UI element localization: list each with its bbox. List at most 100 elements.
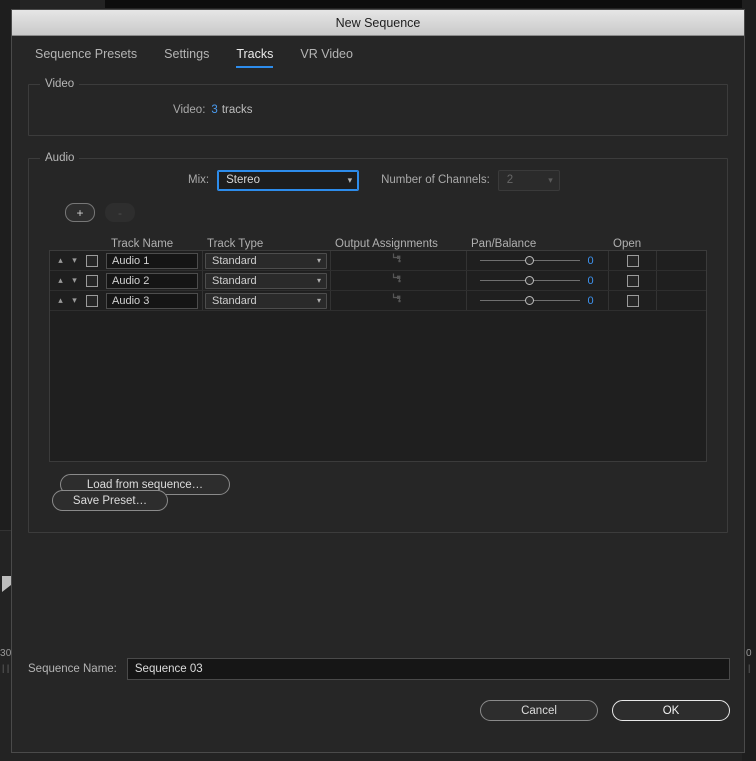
mix-label: Mix: xyxy=(188,174,210,186)
track-type-dropdown[interactable]: Standard ▾ xyxy=(205,272,327,289)
dialog-titlebar: New Sequence xyxy=(12,10,744,36)
track-table-header: Track Name Track Type Output Assignments… xyxy=(49,233,707,250)
column-header-track-name: Track Name xyxy=(111,238,174,250)
track-table-body[interactable]: ▴ ▾ Audio 1 Standard ▾ 0 ▴ ▾ Audio 2 Standard ▾ 0 ▴ ▾… xyxy=(49,250,707,462)
save-preset-label: Save Preset… xyxy=(72,494,148,507)
output-routing-icon xyxy=(392,252,405,270)
sequence-name-input[interactable]: Sequence 03 xyxy=(126,657,730,680)
open-checkbox[interactable] xyxy=(626,254,639,267)
chevron-down-icon: ▾ xyxy=(316,296,321,305)
row-spacer xyxy=(656,271,706,290)
open-checkbox[interactable] xyxy=(626,294,639,307)
load-from-sequence-label: Load from sequence… xyxy=(86,478,204,491)
video-group-legend: Video xyxy=(40,78,80,90)
ok-label: OK xyxy=(662,704,680,717)
track-name-cell: Audio 1 xyxy=(106,251,202,270)
output-routing-icon xyxy=(392,272,405,290)
track-type-dropdown[interactable]: Standard ▾ xyxy=(205,252,327,269)
dialog-title: New Sequence xyxy=(335,15,421,30)
pan-balance-value[interactable]: 0 xyxy=(588,255,596,267)
track-enable-checkbox[interactable] xyxy=(86,254,98,267)
table-row[interactable]: ▴ ▾ Audio 1 Standard ▾ 0 xyxy=(50,251,706,271)
number-of-channels-value: 2 xyxy=(506,174,514,186)
video-group: Video Video: 3 tracks xyxy=(28,78,728,136)
audio-group: Audio Mix: Stereo ▾ Number of Channels: … xyxy=(28,152,728,533)
tab-bar: Sequence Presets Settings Tracks VR Vide… xyxy=(28,36,728,68)
track-name-value: Audio 1 xyxy=(112,254,150,267)
chevron-down-icon: ▾ xyxy=(316,256,321,265)
table-row[interactable]: ▴ ▾ Audio 2 Standard ▾ 0 xyxy=(50,271,706,291)
remove-track-button: - xyxy=(105,203,135,222)
row-spacer xyxy=(656,251,706,270)
pan-balance-cell: 0 xyxy=(466,251,608,270)
plus-icon: + xyxy=(76,205,84,220)
cancel-button[interactable]: Cancel xyxy=(480,700,598,721)
timeline-ticks-left: | | xyxy=(2,663,10,673)
track-name-input[interactable]: Audio 2 xyxy=(106,272,198,289)
move-track-up-icon[interactable]: ▴ xyxy=(55,255,66,266)
move-track-up-icon[interactable]: ▴ xyxy=(55,295,66,306)
audio-mix-row: Mix: Stereo ▾ Number of Channels: 2 ▾ xyxy=(29,159,727,201)
tab-settings[interactable]: Settings xyxy=(164,47,209,68)
row-controls: ▴ ▾ xyxy=(50,251,106,270)
slider-handle[interactable] xyxy=(524,295,534,305)
video-tracks-row: Video: 3 tracks xyxy=(29,85,727,135)
pan-balance-slider[interactable] xyxy=(479,295,580,307)
mix-dropdown[interactable]: Stereo ▾ xyxy=(217,169,360,191)
footer-button-group: Cancel OK xyxy=(480,700,730,721)
pan-balance-value[interactable]: 0 xyxy=(588,295,596,307)
sequence-name-value: Sequence 03 xyxy=(134,662,203,675)
pan-balance-value[interactable]: 0 xyxy=(588,275,596,287)
tab-tracks[interactable]: Tracks xyxy=(236,47,274,68)
table-row[interactable]: ▴ ▾ Audio 3 Standard ▾ 0 xyxy=(50,291,706,311)
add-track-button[interactable]: + xyxy=(65,203,95,222)
slider-handle[interactable] xyxy=(524,275,534,285)
tab-sequence-presets[interactable]: Sequence Presets xyxy=(35,47,137,68)
move-track-down-icon[interactable]: ▾ xyxy=(69,255,80,266)
move-track-down-icon[interactable]: ▾ xyxy=(69,275,80,286)
save-preset-button[interactable]: Save Preset… xyxy=(52,490,168,511)
ok-button[interactable]: OK xyxy=(612,700,730,721)
track-type-cell: Standard ▾ xyxy=(202,251,330,270)
track-enable-checkbox[interactable] xyxy=(86,294,98,307)
tab-label: Settings xyxy=(164,47,210,61)
timeline-timecode-left: 30 xyxy=(0,648,12,659)
track-type-value: Standard xyxy=(212,274,257,287)
open-checkbox[interactable] xyxy=(626,274,639,287)
number-of-channels-label: Number of Channels: xyxy=(381,174,490,186)
pan-balance-cell: 0 xyxy=(466,291,608,310)
background-panel-top xyxy=(105,0,756,8)
track-type-value: Standard xyxy=(212,254,257,267)
video-track-count[interactable]: 3 xyxy=(211,104,217,116)
output-assignments-cell[interactable] xyxy=(330,251,466,270)
video-tracks-label: Video: xyxy=(173,104,206,116)
output-assignments-cell[interactable] xyxy=(330,291,466,310)
track-name-value: Audio 3 xyxy=(112,294,150,307)
tab-label: VR Video xyxy=(300,47,353,61)
track-enable-checkbox[interactable] xyxy=(86,274,98,287)
pan-balance-slider[interactable] xyxy=(479,255,580,267)
dialog-footer: Cancel OK xyxy=(12,680,744,752)
track-type-dropdown[interactable]: Standard ▾ xyxy=(205,292,327,309)
track-name-input[interactable]: Audio 1 xyxy=(106,252,198,269)
move-track-up-icon[interactable]: ▴ xyxy=(55,275,66,286)
column-header-track-type: Track Type xyxy=(207,238,264,250)
track-type-cell: Standard ▾ xyxy=(202,291,330,310)
chevron-down-icon: ▾ xyxy=(316,276,321,285)
pan-balance-slider[interactable] xyxy=(479,275,580,287)
slider-handle[interactable] xyxy=(524,255,534,265)
track-name-cell: Audio 3 xyxy=(106,291,202,310)
track-name-input[interactable]: Audio 3 xyxy=(106,292,198,309)
number-of-channels-dropdown: 2 ▾ xyxy=(497,169,560,191)
timeline-ticks-right: | xyxy=(748,663,751,673)
track-name-value: Audio 2 xyxy=(112,274,150,287)
output-routing-icon xyxy=(392,292,405,310)
output-assignments-cell[interactable] xyxy=(330,271,466,290)
mix-value: Stereo xyxy=(226,174,260,186)
track-type-value: Standard xyxy=(212,294,257,307)
move-track-down-icon[interactable]: ▾ xyxy=(69,295,80,306)
track-name-cell: Audio 2 xyxy=(106,271,202,290)
tab-label: Tracks xyxy=(236,47,274,61)
tab-vr-video[interactable]: VR Video xyxy=(300,47,353,68)
column-header-pan-balance: Pan/Balance xyxy=(471,238,537,250)
